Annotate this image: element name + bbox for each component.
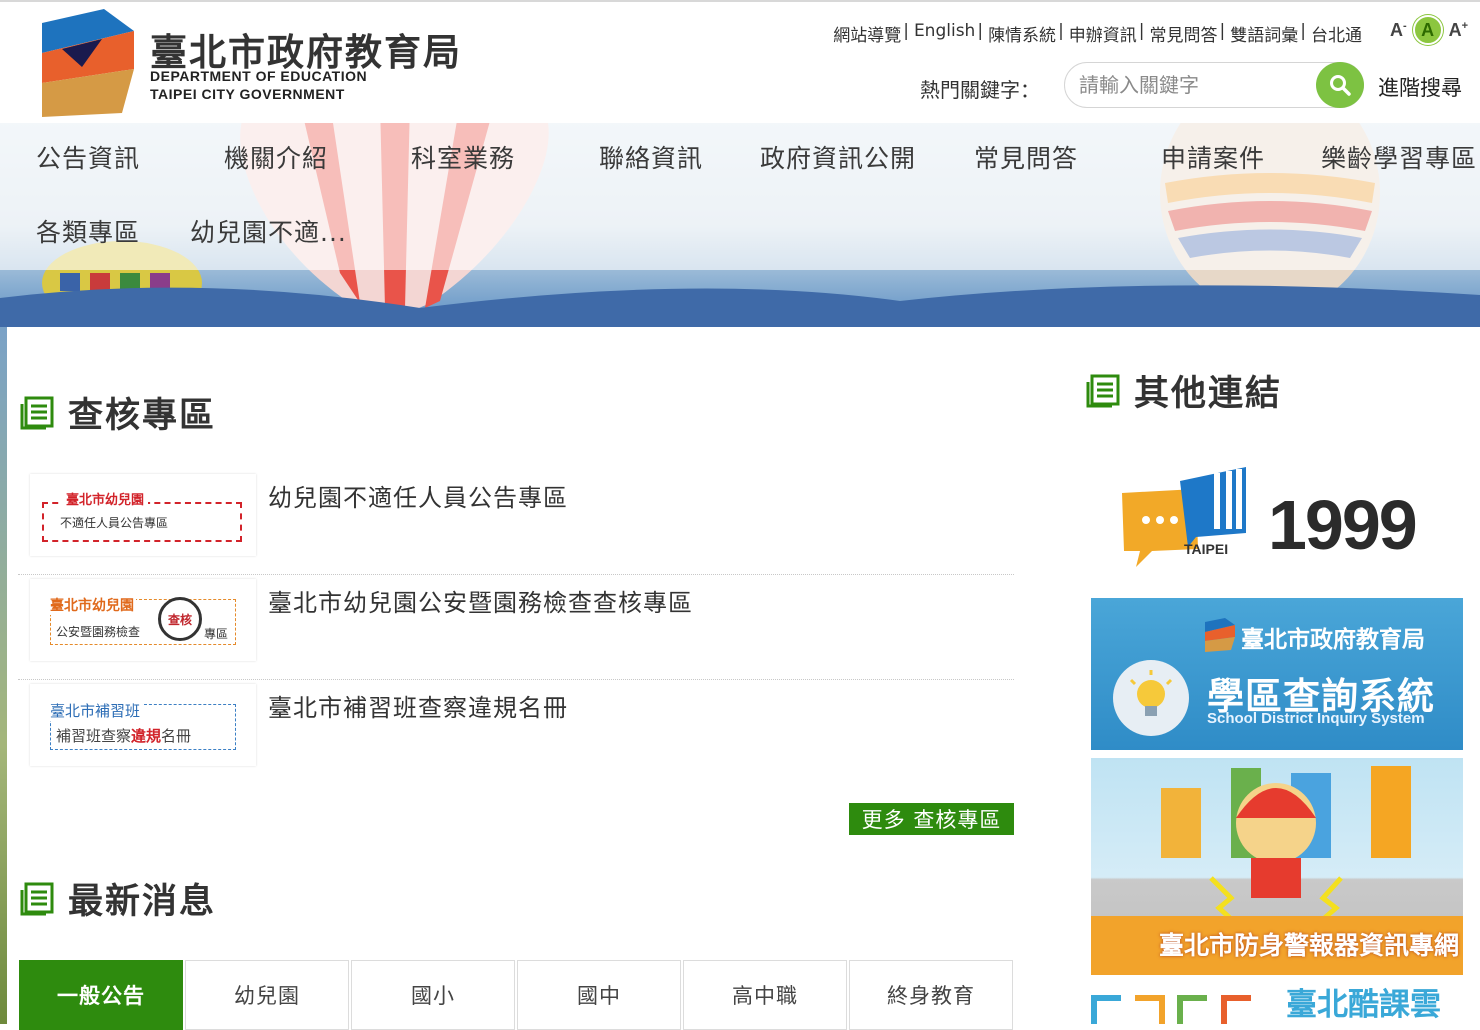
more-review-button[interactable]: 更多 查核專區 xyxy=(849,803,1014,835)
font-large-button[interactable]: A+ xyxy=(1449,20,1468,41)
item-title[interactable]: 幼兒園不適任人員公告專區 xyxy=(268,478,568,513)
review-section-heading: 查核專區 xyxy=(68,396,217,436)
tab-kindergarten[interactable]: 幼兒園 xyxy=(185,960,349,1030)
separator: | xyxy=(1138,21,1145,41)
site-header: 臺北市政府教育局 DEPARTMENT OF EDUCATION TAIPEI … xyxy=(0,2,1480,123)
link-bilingual[interactable]: 雙語詞彙 xyxy=(1230,21,1298,46)
link-petition[interactable]: 陳情系統 xyxy=(988,21,1056,46)
search-input[interactable] xyxy=(1077,69,1307,101)
keyword-label: 熱門關鍵字： xyxy=(920,78,1040,102)
ad-subtitle: School District Inquiry System xyxy=(1207,710,1425,727)
nav-kindergarten[interactable]: 幼兒園不適... xyxy=(190,213,347,249)
font-medium-button[interactable]: A xyxy=(1412,15,1443,45)
ad-title: 臺北市防身警報器資訊專網 xyxy=(1159,931,1460,960)
search-box xyxy=(1064,62,1364,108)
advanced-search-link[interactable]: 進階搜尋 xyxy=(1378,72,1462,102)
item-thumbnail[interactable]: 臺北市補習班 補習班查察違規名冊 xyxy=(30,684,256,766)
thumb-title: 臺北市補習班 xyxy=(48,700,143,721)
font-small-button[interactable]: A- xyxy=(1390,20,1407,41)
news-section-heading: 最新消息 xyxy=(68,882,217,922)
review-section-title: 查核專區 xyxy=(20,387,216,438)
search-button[interactable] xyxy=(1316,62,1364,108)
thumb-subtitle: 公安暨園務檢查 xyxy=(56,625,141,639)
ad-title: 臺北酷課雲 xyxy=(1286,987,1441,1023)
nav-special-zones[interactable]: 各類專區 xyxy=(36,213,140,249)
magnifier-icon: 查核 xyxy=(158,597,202,641)
list-item[interactable]: 臺北市幼兒園 不適任人員公告專區 幼兒園不適任人員公告專區 xyxy=(18,470,1014,575)
font-size-switcher: A- A A+ xyxy=(1390,15,1468,45)
separator: | xyxy=(1219,21,1226,41)
list-icon xyxy=(20,396,54,429)
separator: | xyxy=(903,21,909,41)
nav-about[interactable]: 機關介紹 xyxy=(224,139,328,175)
tab-elementary[interactable]: 國小 xyxy=(351,960,515,1030)
list-icon xyxy=(1086,374,1120,407)
ad-1999[interactable]: TAIPEI 1999 xyxy=(1100,455,1460,570)
search-icon xyxy=(1330,75,1351,96)
edu-logo-icon xyxy=(1205,618,1235,652)
item-thumbnail[interactable]: 臺北市幼兒園 公安暨園務檢查 查核 專區 xyxy=(30,579,256,661)
list-item[interactable]: 臺北市幼兒園 公安暨園務檢查 查核 專區 臺北市幼兒園公安暨園務檢查查核專區 xyxy=(18,575,1014,680)
list-item[interactable]: 臺北市補習班 補習班查察違規名冊 臺北市補習班查察違規名冊 xyxy=(18,680,1014,785)
ad-cool-class[interactable]: 臺北酷課雲 xyxy=(1091,983,1463,1024)
tab-general[interactable]: 一般公告 xyxy=(19,960,183,1030)
background-edge xyxy=(0,327,7,1024)
thumb-suffix: 專區 xyxy=(204,627,229,641)
nav-gov-info[interactable]: 政府資訊公開 xyxy=(760,139,916,175)
tab-lifelong[interactable]: 終身教育 xyxy=(849,960,1013,1030)
logo-icon[interactable] xyxy=(42,9,134,121)
thumb-title: 臺北市幼兒園 xyxy=(48,595,136,615)
ad-org: 臺北市政府教育局 xyxy=(1241,627,1425,653)
ad-brand: TAIPEI xyxy=(1184,541,1229,557)
links-section-heading: 其他連結 xyxy=(1134,374,1283,414)
link-faq[interactable]: 常見問答 xyxy=(1150,21,1218,46)
tab-senior-high[interactable]: 高中職 xyxy=(683,960,847,1030)
tab-junior-high[interactable]: 國中 xyxy=(517,960,681,1030)
item-thumbnail[interactable]: 臺北市幼兒園 不適任人員公告專區 xyxy=(30,474,256,556)
nav-applications[interactable]: 申請案件 xyxy=(1161,139,1265,175)
top-links: 網站導覽 | English | 陳情系統 | 申辦資訊 | 常見問答 | 雙語詞彙 | 台… xyxy=(833,21,1362,46)
item-title[interactable]: 臺北市幼兒園公安暨園務檢查查核專區 xyxy=(268,583,693,618)
item-title[interactable]: 臺北市補習班查察違規名冊 xyxy=(268,688,568,723)
ad-alarm[interactable]: 臺北市防身警報器資訊專網 xyxy=(1091,758,1463,975)
coolclass-logo-icon xyxy=(1091,995,1251,1024)
thumb-subtitle: 補習班查察違規名冊 xyxy=(56,727,192,745)
nav-announcements[interactable]: 公告資訊 xyxy=(36,139,140,175)
link-sitemap[interactable]: 網站導覽 xyxy=(833,21,901,46)
nav-faq[interactable]: 常見問答 xyxy=(974,139,1078,175)
news-section-title: 最新消息 xyxy=(20,873,216,924)
nav-divisions[interactable]: 科室業務 xyxy=(411,139,515,175)
list-icon xyxy=(20,882,54,915)
hero-banner: 公告資訊 機關介紹 科室業務 聯絡資訊 政府資訊公開 常見問答 申請案件 樂齡學… xyxy=(0,123,1480,327)
link-services[interactable]: 申辦資訊 xyxy=(1069,21,1137,46)
news-tabs: 一般公告 幼兒園 國小 國中 高中職 終身教育 xyxy=(19,960,1015,1030)
thumb-title: 臺北市幼兒園 xyxy=(62,489,149,508)
main-nav: 公告資訊 機關介紹 科室業務 聯絡資訊 政府資訊公開 常見問答 申請案件 樂齡學… xyxy=(0,123,1480,270)
separator: | xyxy=(1058,21,1064,41)
logo-subtitle-1: DEPARTMENT OF EDUCATION xyxy=(150,68,368,84)
separator: | xyxy=(1300,21,1306,41)
ad-number: 1999 xyxy=(1268,486,1418,564)
nav-senior-learning[interactable]: 樂齡學習專區 xyxy=(1321,139,1477,175)
links-section-title: 其他連結 xyxy=(1086,365,1282,416)
separator: | xyxy=(977,21,984,41)
ad-school-district[interactable]: 臺北市政府教育局 學區查詢系統 School District Inquiry … xyxy=(1091,598,1463,750)
logo-subtitle-2: TAIPEI CITY GOVERNMENT xyxy=(150,86,345,102)
link-english[interactable]: English xyxy=(914,21,975,46)
link-taipeipass[interactable]: 台北通 xyxy=(1311,21,1362,46)
nav-contact[interactable]: 聯絡資訊 xyxy=(599,139,703,175)
thumb-subtitle: 不適任人員公告專區 xyxy=(60,516,169,530)
lightbulb-icon xyxy=(1113,660,1189,736)
